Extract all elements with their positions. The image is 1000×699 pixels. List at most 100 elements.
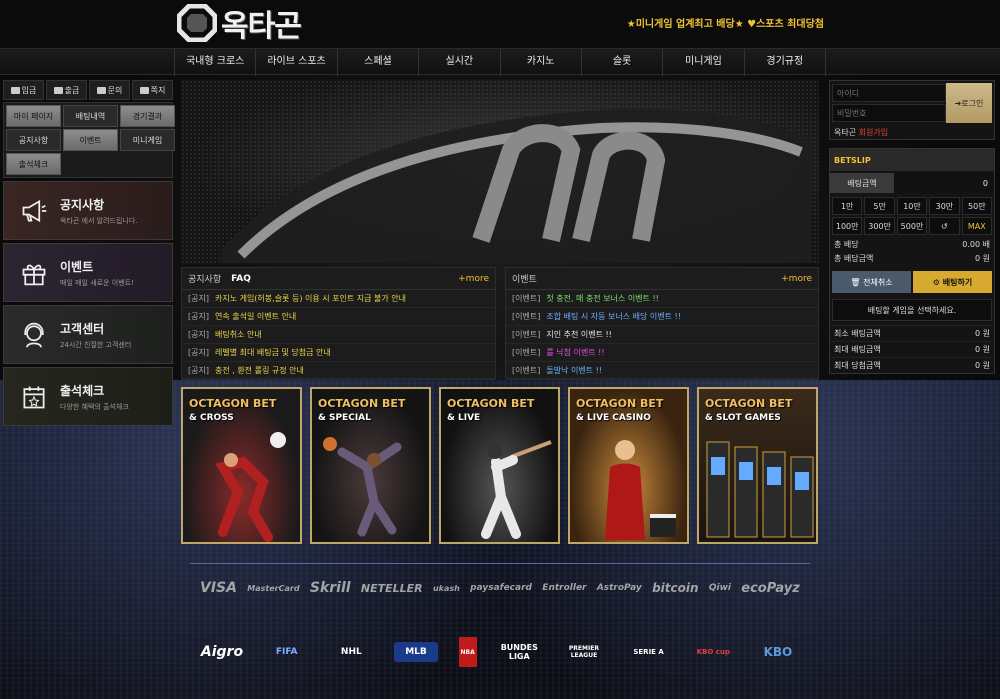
chip-5m[interactable]: 500만 [896,217,928,235]
list-item[interactable]: [공지] 레벨별 최대 배팅금 및 당첨금 안내 [182,344,495,362]
list-item[interactable]: [이벤트] 돌발낙 이벤트 !! [506,362,818,380]
withdraw-button[interactable]: 출금 [46,80,87,100]
chip-1m[interactable]: 100만 [832,217,863,235]
payment-logos: VISA MasterCard Skrill NETELLER ukash pa… [200,580,800,596]
panel-attendance[interactable]: 출석체크 다양한 혜택의 출석체크 [3,367,173,426]
password-input[interactable] [832,104,946,122]
max-win-value: 0 원 [975,361,990,370]
menu-notice[interactable]: 공지사항 [6,129,61,151]
list-item[interactable]: [이벤트] 첫 충전, 매 충전 보너스 이벤트 !! [506,290,818,308]
nhl-logo: NHL [340,647,362,657]
event-board: 이벤트 +more [이벤트] 첫 충전, 매 충전 보너스 이벤트 !! [이벤… [505,267,819,380]
list-item[interactable]: [이벤트] 룰 낙첨 이벤트 !! [506,344,818,362]
notice-board: 공지사항 FAQ +more [공지] 카지노 게임(허봉,슬롯 등) 이용 시 … [181,267,496,380]
left-sidebar: 입금 출금 문의 쪽지 마이 페이지 배팅내역 경기결과 공지사항 이벤트 미니… [3,80,175,426]
serie-a-logo: SERIE A [633,648,664,656]
register-link[interactable]: 회원가입 [859,128,888,137]
deposit-button[interactable]: 입금 [3,80,44,100]
game-card-cross[interactable]: OCTAGON BET & CROSS [181,387,302,544]
nav-special[interactable]: 스페셜 [336,49,418,76]
chip-100k[interactable]: 10만 [896,197,928,215]
panel-title: 고객센터 [60,321,105,336]
nav-slot[interactable]: 슬롯 [580,49,662,76]
quick-links: 입금 출금 문의 쪽지 [3,80,173,100]
panel-title: 출석체크 [60,383,105,398]
headset-icon [18,319,50,351]
inquiry-button[interactable]: 문의 [89,80,130,100]
panel-support[interactable]: 고객센터 24시간 친절한 고객센터 [3,305,173,364]
deposit-icon [10,86,20,94]
nav-casino[interactable]: 카지노 [499,49,581,76]
list-item[interactable]: [공지] 충전 , 환전 롤링 규정 안내 [182,362,495,380]
bet-amount-value[interactable]: 0 [894,179,994,188]
login-button[interactable]: ➔ 로그인 [946,83,992,123]
nav-realtime[interactable]: 실시간 [418,49,499,76]
banner-graphic [181,80,819,263]
menu-results[interactable]: 경기결과 [120,105,175,127]
panel-notice[interactable]: 공지사항 옥타곤 에서 알려드립니다. [3,181,173,240]
list-item[interactable]: [이벤트] 지인 추천 이벤트 !! [506,326,818,344]
menu-attendance[interactable]: 출석체크 [6,153,61,175]
panel-subtitle: 매일 매일 새로운 이벤트! [60,278,134,287]
list-item[interactable]: [공지] 카지노 게임(허봉,슬롯 등) 이용 시 포인트 지급 불가 안내 [182,290,495,308]
chip-max[interactable]: MAX [961,217,992,235]
entroller-logo: Entroller [542,583,587,593]
game-card-slot[interactable]: OCTAGON BET & SLOT GAMES [697,387,818,544]
list-item[interactable]: [이벤트] 조합 배팅 시 자동 보너스 배당 이벤트 !! [506,308,818,326]
panel-subtitle: 옥타곤 에서 알려드립니다. [60,216,138,225]
nav-domestic-cross[interactable]: 국내형 크로스 [174,49,255,76]
ukash-logo: ukash [432,583,460,593]
menu-event[interactable]: 이벤트 [63,129,118,151]
panel-subtitle: 24시간 친절한 고객센터 [60,340,132,349]
betslip: BETSLIP 배팅금액 0 1만 5만 10만 30만 50만 100만 30… [829,148,995,374]
game-card-special[interactable]: OCTAGON BET & SPECIAL [310,387,431,544]
main-nav: 국내형 크로스 라이브 스포츠 스페셜 실시간 카지노 슬롯 미니게임 경기규정 [0,48,1000,76]
game-card-live[interactable]: OCTAGON BET & LIVE [439,387,560,544]
chip-50k[interactable]: 5만 [864,197,895,215]
gear-icon: ⚙ [932,277,943,287]
octagon-logo-icon [177,4,217,42]
menu-mypage[interactable]: 마이 페이지 [6,105,61,127]
cancel-all-button[interactable]: 🗑 전체취소 [832,271,911,293]
withdraw-icon [53,86,63,94]
login-box: ➔ 로그인 옥타곤 회원가입 [829,80,995,140]
chip-10k[interactable]: 1만 [832,197,863,215]
site-logo[interactable]: 옥타곤 [177,3,302,44]
menu-bet-history[interactable]: 배팅내역 [63,105,118,127]
gift-icon [18,257,50,289]
min-bet-value: 0 원 [975,329,990,338]
notice-more-link[interactable]: +more [458,274,489,284]
menu-minigame[interactable]: 미니게임 [120,129,175,151]
paysafecard-logo: paysafecard [470,583,532,593]
bundesliga-logo: BUNDES LIGA [500,643,538,661]
event-board-title: 이벤트 [512,275,537,285]
nav-minigame[interactable]: 미니게임 [662,49,743,76]
reset-icon[interactable]: ↺ [929,217,960,235]
username-input[interactable] [832,84,946,102]
message-button[interactable]: 쪽지 [132,80,173,100]
mastercard-logo: MasterCard [247,583,300,593]
game-card-live-casino[interactable]: OCTAGON BET & LIVE CASINO [568,387,689,544]
event-more-link[interactable]: +more [781,274,812,284]
tab-faq[interactable]: FAQ [231,274,251,284]
tab-notice[interactable]: 공지사항 [188,272,221,285]
bet-chips: 1만 5만 10만 30만 50만 100만 300만 500만 ↺ MAX [830,195,994,237]
chip-300k[interactable]: 30만 [929,197,960,215]
total-win-label: 총 배당금액 [834,253,874,263]
footer-divider [190,563,810,564]
site-name-label: 옥타곤 [834,128,857,137]
soccer-player-icon [215,432,286,542]
neteller-logo: NETELLER [360,581,423,595]
min-bet-label: 최소 배팅금액 [834,329,881,338]
place-bet-button[interactable]: ⚙ 배팅하기 [913,271,992,293]
chip-3m[interactable]: 300만 [864,217,895,235]
kbo-cup-logo: KBO cup [696,648,730,656]
nav-rules[interactable]: 경기규정 [743,49,826,76]
chip-500k[interactable]: 50만 [961,197,992,215]
nav-live-sports[interactable]: 라이브 스포츠 [255,49,336,76]
bet-amount-label: 배팅금액 [830,173,894,193]
list-item[interactable]: [공지] 배팅취소 안내 [182,326,495,344]
kbo-logo: KBO [763,645,793,659]
list-item[interactable]: [공지] 연속 출석일 이벤트 안내 [182,308,495,326]
panel-event[interactable]: 이벤트 매일 매일 새로운 이벤트! [3,243,173,302]
